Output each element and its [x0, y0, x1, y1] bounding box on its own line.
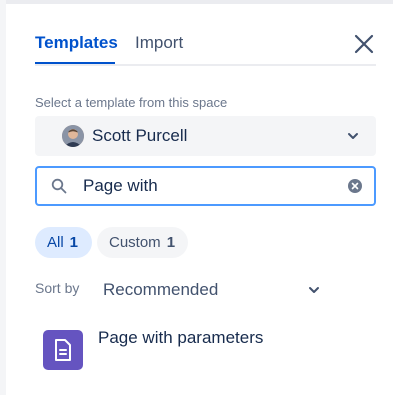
sort-value: Recommended: [103, 280, 219, 299]
chevron-down-icon: [348, 133, 358, 139]
filter-all-count: 1: [69, 234, 79, 251]
search-icon: [51, 178, 67, 194]
close-icon[interactable]: [353, 33, 375, 55]
filter-custom-label: Custom: [109, 234, 161, 251]
filter-all[interactable]: All 1: [35, 227, 92, 258]
sort-select[interactable]: Recommended: [103, 274, 326, 304]
sort-label: Sort by: [35, 280, 80, 296]
filter-custom[interactable]: Custom 1: [97, 227, 188, 258]
tab-bar: Templates Import: [35, 32, 376, 66]
document-icon: [43, 330, 83, 370]
space-select-value: Scott Purcell: [92, 126, 188, 145]
tab-import[interactable]: Import: [135, 32, 183, 54]
template-panel: Templates Import Select a template from …: [6, 4, 393, 395]
search-input[interactable]: [83, 174, 333, 198]
avatar: [62, 125, 84, 147]
template-title: Page with parameters: [98, 328, 264, 347]
tab-templates[interactable]: Templates: [35, 32, 118, 54]
chevron-down-icon: [309, 287, 319, 293]
template-result-item[interactable]: Page with parameters: [43, 326, 363, 374]
space-select-label: Select a template from this space: [35, 95, 228, 110]
clear-icon[interactable]: [347, 178, 363, 194]
space-select[interactable]: Scott Purcell: [35, 116, 376, 156]
tab-divider: [35, 64, 376, 66]
filter-all-label: All: [47, 234, 64, 251]
search-field[interactable]: [35, 166, 376, 206]
filter-custom-count: 1: [166, 234, 176, 251]
